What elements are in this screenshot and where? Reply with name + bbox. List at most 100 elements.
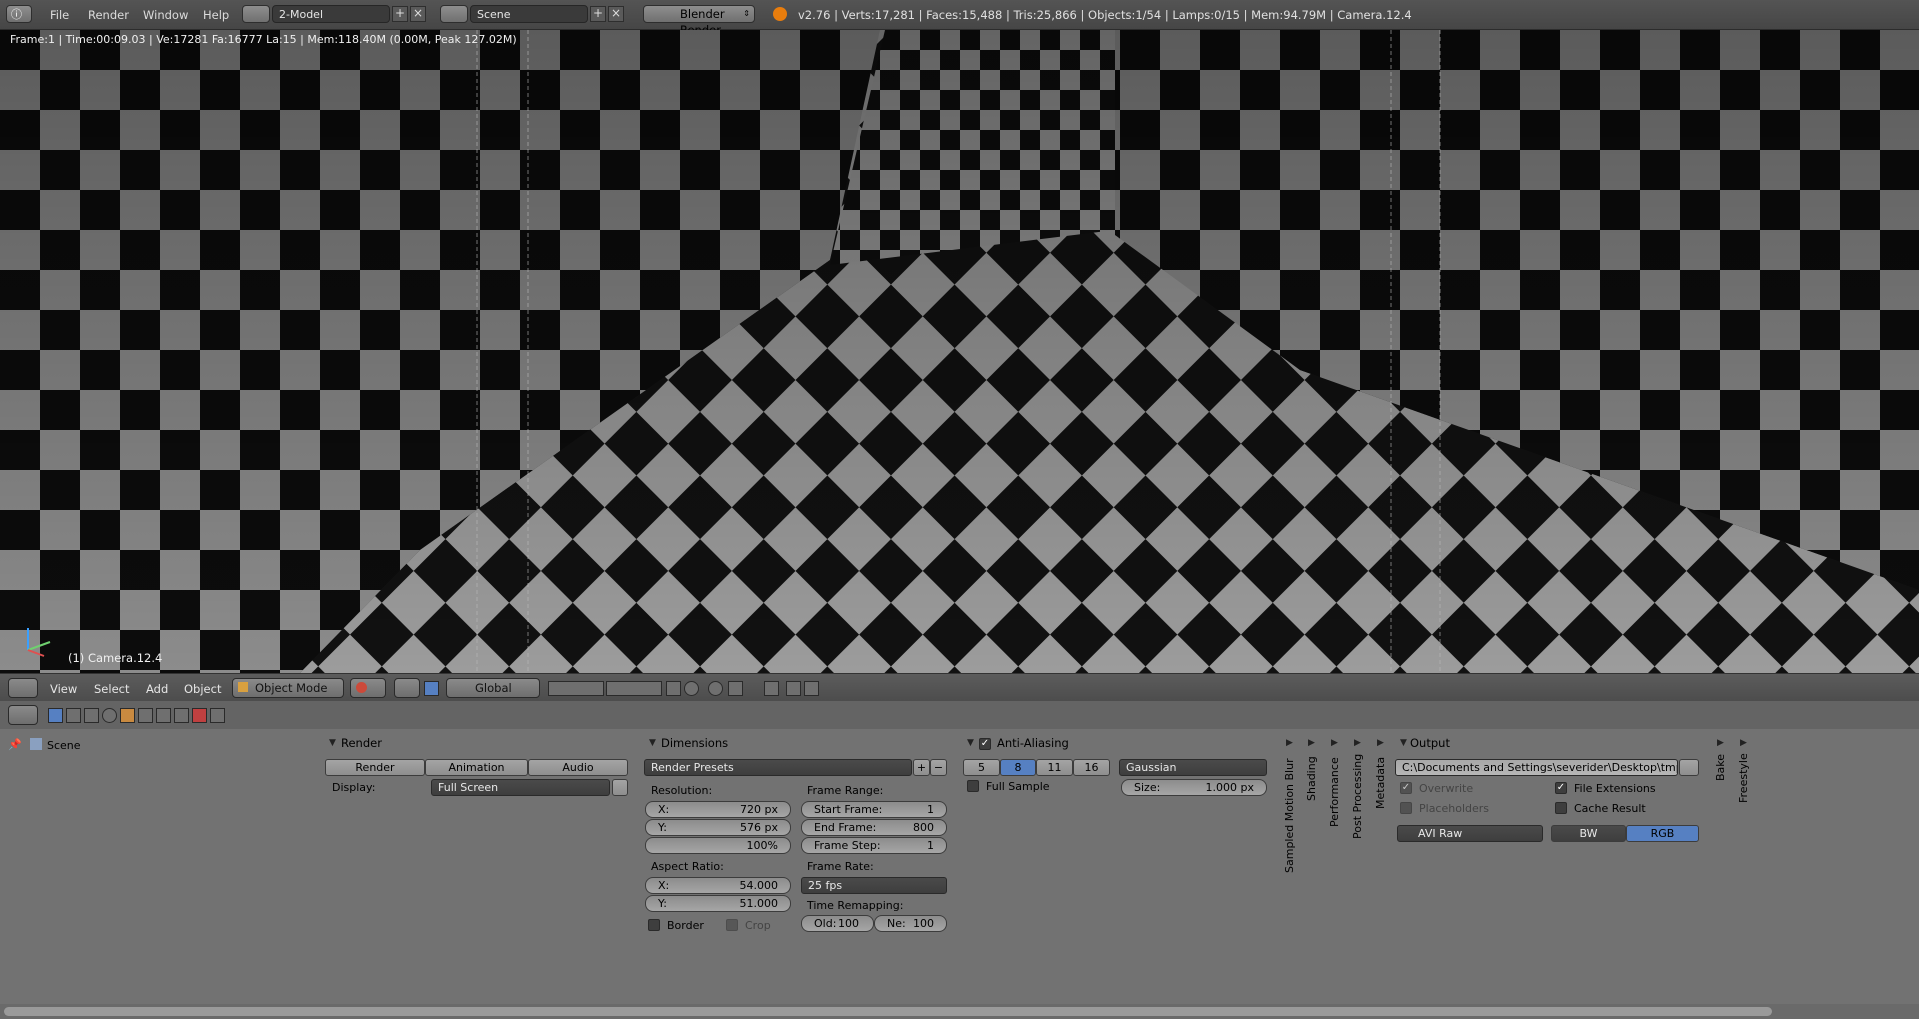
snap-element-icon[interactable] (728, 681, 743, 696)
collapse-triangle-icon[interactable]: ▼ (1400, 738, 1407, 748)
post-processing-tab[interactable]: Post Processing (1351, 754, 1364, 839)
menu-help[interactable]: Help (203, 8, 229, 22)
resolution-y-field[interactable]: Y: 576 px (645, 819, 791, 836)
constraints-tab-icon[interactable] (138, 708, 153, 723)
add-scene-icon[interactable]: + (590, 6, 606, 22)
file-format-select[interactable]: AVI Raw (1397, 825, 1543, 842)
world-tab-icon[interactable] (102, 708, 117, 723)
menu-render[interactable]: Render (88, 8, 129, 22)
audio-button[interactable]: Audio (528, 759, 628, 776)
layers-grid-b[interactable] (606, 681, 662, 696)
menu-file[interactable]: File (50, 8, 69, 22)
expand-triangle-icon[interactable]: ▶ (1308, 738, 1315, 748)
mode-select[interactable]: Object Mode (232, 678, 344, 698)
expand-triangle-icon[interactable]: ▶ (1717, 738, 1724, 748)
render-animation-icon[interactable] (804, 681, 819, 696)
render-layers-tab-icon[interactable] (66, 708, 81, 723)
scrollbar-thumb[interactable] (4, 1007, 1772, 1016)
lock-layers-icon[interactable] (666, 681, 681, 696)
aspect-x-field[interactable]: X: 54.000 (645, 877, 791, 894)
opengl-render-icon[interactable] (764, 681, 779, 696)
collapse-triangle-icon[interactable]: ▼ (967, 738, 974, 748)
3d-viewport[interactable]: Frame:1 | Time:00:09.03 | Ve:17281 Fa:16… (0, 30, 1919, 673)
aa-samples-16[interactable]: 16 (1073, 759, 1110, 776)
expand-triangle-icon[interactable]: ▶ (1286, 738, 1293, 748)
render-image-icon[interactable] (786, 681, 801, 696)
aa-filter-select[interactable]: Gaussian (1119, 759, 1267, 776)
transform-orientation-select[interactable]: Global (446, 678, 540, 698)
color-mode-rgb[interactable]: RGB (1626, 825, 1699, 842)
snap-toggle-icon[interactable] (708, 681, 723, 696)
freestyle-tab[interactable]: Freestyle (1737, 753, 1750, 803)
texture-tab-icon[interactable] (192, 708, 207, 723)
expand-triangle-icon[interactable]: ▶ (1740, 738, 1747, 748)
dimensions-panel-title[interactable]: Dimensions (661, 736, 728, 750)
remove-preset-icon[interactable]: − (930, 759, 947, 776)
shading-tab[interactable]: Shading (1305, 756, 1318, 801)
lock-interface-icon[interactable] (612, 779, 628, 796)
object-tab-icon[interactable] (120, 708, 135, 723)
scene-field[interactable]: Scene (470, 5, 588, 23)
aa-samples-8[interactable]: 8 (1000, 759, 1036, 776)
aa-size-field[interactable]: Size: 1.000 px (1121, 779, 1267, 796)
render-button[interactable]: Render (325, 759, 425, 776)
end-frame-field[interactable]: End Frame: 800 (801, 819, 947, 836)
screen-layout-icon[interactable] (242, 5, 270, 23)
screen-layout-field[interactable]: 2-Model (272, 5, 390, 23)
border-checkbox[interactable] (648, 919, 660, 931)
color-mode-bw[interactable]: BW (1551, 825, 1626, 842)
remove-layout-icon[interactable]: × (410, 6, 426, 22)
menu-select[interactable]: Select (94, 682, 129, 696)
collapse-triangle-icon[interactable]: ▼ (329, 738, 336, 748)
placeholders-checkbox[interactable] (1400, 802, 1412, 814)
horizontal-scrollbar[interactable] (0, 1004, 1919, 1019)
frame-rate-select[interactable]: 25 fps (801, 877, 947, 894)
expand-triangle-icon[interactable]: ▶ (1377, 738, 1384, 748)
render-presets-select[interactable]: Render Presets (644, 759, 912, 776)
metadata-tab[interactable]: Metadata (1374, 757, 1387, 809)
menu-object[interactable]: Object (184, 682, 221, 696)
frame-step-field[interactable]: Frame Step: 1 (801, 837, 947, 854)
layers-grid-a[interactable] (548, 681, 604, 696)
add-layout-icon[interactable]: + (392, 6, 408, 22)
output-panel-title[interactable]: Output (1410, 736, 1450, 750)
manipulator-toggle-icon[interactable] (424, 681, 439, 696)
performance-tab[interactable]: Performance (1328, 757, 1341, 827)
shading-select[interactable] (350, 678, 386, 698)
anti-aliasing-panel-title[interactable]: Anti-Aliasing (997, 736, 1069, 750)
resolution-x-field[interactable]: X: 720 px (645, 801, 791, 818)
modifiers-tab-icon[interactable] (156, 708, 171, 723)
start-frame-field[interactable]: Start Frame: 1 (801, 801, 947, 818)
render-engine-select[interactable]: Blender Render ⇕ (643, 5, 755, 37)
display-select[interactable]: Full Screen (431, 779, 610, 796)
aspect-y-field[interactable]: Y: 51.000 (645, 895, 791, 912)
proportional-edit-icon[interactable] (684, 681, 699, 696)
add-preset-icon[interactable]: + (913, 759, 930, 776)
time-remap-new-field[interactable]: Ne: 100 (874, 915, 947, 932)
sampled-motion-blur-tab[interactable]: Sampled Motion Blur (1283, 758, 1296, 873)
folder-browse-icon[interactable] (1679, 759, 1699, 776)
properties-editor-select[interactable] (8, 705, 38, 725)
scene-icon[interactable] (440, 5, 468, 23)
full-sample-checkbox[interactable] (967, 780, 979, 792)
resolution-percentage-field[interactable]: 100% (645, 837, 791, 854)
editor-type-button[interactable]: ⓘ (6, 5, 32, 23)
menu-view[interactable]: View (50, 682, 77, 696)
expand-triangle-icon[interactable]: ▶ (1331, 738, 1338, 748)
scene-tab-icon[interactable] (84, 708, 99, 723)
time-remap-old-field[interactable]: Old: 100 (801, 915, 874, 932)
menu-window[interactable]: Window (143, 8, 188, 22)
file-extensions-checkbox[interactable]: ✓ (1555, 782, 1567, 794)
expand-triangle-icon[interactable]: ▶ (1354, 738, 1361, 748)
render-panel-title[interactable]: Render (341, 736, 382, 750)
menu-add[interactable]: Add (146, 682, 168, 696)
editor-type-select[interactable] (8, 678, 38, 698)
collapse-triangle-icon[interactable]: ▼ (649, 738, 656, 748)
physics-tab-icon[interactable] (210, 708, 225, 723)
overwrite-checkbox[interactable]: ✓ (1400, 782, 1412, 794)
remove-scene-icon[interactable]: × (608, 6, 624, 22)
animation-button[interactable]: Animation (425, 759, 528, 776)
aa-samples-11[interactable]: 11 (1036, 759, 1073, 776)
pin-icon[interactable]: 📌 (8, 738, 22, 751)
render-tab-icon[interactable] (48, 708, 63, 723)
